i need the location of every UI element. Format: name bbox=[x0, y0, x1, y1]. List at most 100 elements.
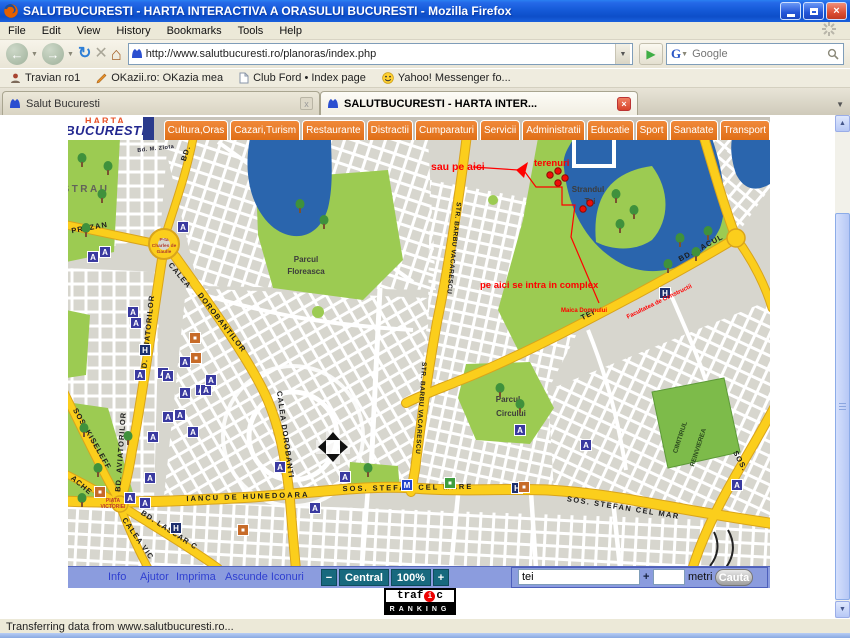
tab-salut-bucuresti[interactable]: Salut Bucuresti x bbox=[2, 91, 320, 115]
menu-help[interactable]: Help bbox=[271, 23, 310, 39]
search-engine-dropdown-icon[interactable]: ▼ bbox=[681, 51, 689, 58]
map-marker[interactable] bbox=[190, 333, 201, 344]
title-bar[interactable]: SALUTBUCURESTI - HARTA INTERACTIVA A ORA… bbox=[0, 0, 850, 22]
tab-restaurante[interactable]: Restaurante bbox=[302, 120, 364, 140]
forward-button[interactable]: → bbox=[42, 43, 64, 65]
tab-sanatate[interactable]: Sanatate bbox=[670, 120, 718, 140]
metri-input[interactable] bbox=[653, 569, 685, 585]
tab-sport[interactable]: Sport bbox=[636, 120, 668, 140]
map-marker[interactable]: A bbox=[125, 493, 136, 504]
close-button[interactable]: × bbox=[826, 2, 847, 20]
scroll-down-icon[interactable]: ▼ bbox=[835, 601, 850, 618]
link-ascunde-iconuri[interactable]: Ascunde Iconuri bbox=[225, 571, 304, 583]
search-bar[interactable]: G ▼ bbox=[666, 43, 844, 65]
tab-close-icon[interactable]: × bbox=[617, 97, 631, 111]
zoom-in-button[interactable]: + bbox=[433, 569, 449, 586]
map-marker[interactable]: A bbox=[100, 247, 111, 258]
map-marker[interactable] bbox=[519, 482, 530, 493]
bookmark-okazii[interactable]: OKazii.ro: OKazia mea bbox=[96, 72, 223, 84]
label-charles: Charles de bbox=[152, 243, 177, 249]
map-marker[interactable]: A bbox=[201, 385, 212, 396]
map-marker[interactable]: A bbox=[206, 375, 217, 386]
map-marker[interactable] bbox=[191, 353, 202, 364]
minimize-button[interactable] bbox=[780, 2, 801, 20]
tab-list-dropdown-icon[interactable]: ▼ bbox=[836, 100, 848, 109]
tab-close-icon[interactable]: x bbox=[300, 97, 313, 110]
map-marker[interactable] bbox=[95, 487, 106, 498]
link-imprima[interactable]: Imprima bbox=[176, 571, 216, 583]
svg-text:A: A bbox=[127, 494, 133, 503]
map-marker[interactable]: A bbox=[275, 462, 286, 473]
url-dropdown-icon[interactable]: ▼ bbox=[615, 44, 630, 64]
tab-educatie[interactable]: Educatie bbox=[587, 120, 634, 140]
tab-transport[interactable]: Transport bbox=[720, 120, 770, 140]
scroll-thumb[interactable] bbox=[835, 213, 850, 600]
map-marker[interactable]: H bbox=[140, 345, 151, 356]
tab-administratii[interactable]: Administratii bbox=[522, 120, 584, 140]
link-ajutor[interactable]: Ajutor bbox=[140, 571, 169, 583]
tab-harta-interactiva[interactable]: SALUTBUCURESTI - HARTA INTER... × bbox=[320, 91, 638, 115]
plus-separator: + bbox=[643, 571, 649, 583]
map-marker[interactable]: A bbox=[188, 427, 199, 438]
map-marker[interactable]: A bbox=[131, 318, 142, 329]
menu-bookmarks[interactable]: Bookmarks bbox=[159, 23, 230, 39]
map-marker[interactable]: H bbox=[171, 523, 182, 534]
map-marker[interactable]: A bbox=[163, 371, 174, 382]
map-marker[interactable]: A bbox=[581, 440, 592, 451]
map-marker[interactable]: A bbox=[140, 498, 151, 509]
map-marker[interactable]: A bbox=[515, 425, 526, 436]
zoom-out-button[interactable]: − bbox=[321, 569, 337, 586]
map-marker[interactable]: A bbox=[163, 412, 174, 423]
map-marker[interactable]: A bbox=[180, 357, 191, 368]
tab-servicii[interactable]: Servicii bbox=[480, 120, 520, 140]
cauta-button[interactable]: Cauta bbox=[715, 569, 753, 586]
map-search-input[interactable] bbox=[518, 569, 640, 585]
map-marker[interactable]: A bbox=[88, 252, 99, 263]
menu-file[interactable]: File bbox=[0, 23, 34, 39]
menu-tools[interactable]: Tools bbox=[230, 23, 272, 39]
stop-icon[interactable]: ✕ bbox=[94, 46, 107, 62]
city-map[interactable]: STRAU PREZAN BD. Bd. M. Zlota P-ta Charl… bbox=[68, 140, 770, 566]
map-marker[interactable]: M bbox=[402, 480, 413, 491]
back-button[interactable]: ← bbox=[6, 43, 28, 65]
bookmark-yahoo[interactable]: Yahoo! Messenger fo... bbox=[382, 72, 511, 84]
bookmark-clubford[interactable]: Club Ford • Index page bbox=[239, 72, 366, 84]
map-marker[interactable]: A bbox=[175, 410, 186, 421]
restore-button[interactable] bbox=[803, 2, 824, 20]
menu-view[interactable]: View bbox=[69, 23, 109, 39]
scroll-up-icon[interactable]: ▲ bbox=[835, 115, 850, 132]
map-marker[interactable]: A bbox=[340, 472, 351, 483]
tab-cumparaturi[interactable]: Cumparaturi bbox=[415, 120, 478, 140]
map-marker[interactable]: A bbox=[135, 370, 146, 381]
forward-dropdown-icon[interactable]: ▼ bbox=[67, 51, 75, 58]
back-dropdown-icon[interactable]: ▼ bbox=[31, 51, 39, 58]
zoom-level-button[interactable]: 100% bbox=[391, 569, 431, 586]
link-info[interactable]: Info bbox=[108, 571, 126, 583]
reload-icon[interactable]: ↻ bbox=[78, 46, 91, 62]
map-marker[interactable] bbox=[238, 525, 249, 536]
trafic-ranking-badge[interactable]: trafic RANKING bbox=[384, 588, 456, 615]
vertical-scrollbar[interactable]: ▲ ▼ bbox=[835, 115, 850, 618]
menu-history[interactable]: History bbox=[108, 23, 158, 39]
menu-edit[interactable]: Edit bbox=[34, 23, 69, 39]
magnifier-icon[interactable] bbox=[827, 48, 839, 60]
map-marker[interactable]: A bbox=[732, 480, 743, 491]
bookmark-travian[interactable]: Travian ro1 bbox=[10, 72, 80, 84]
map-marker[interactable] bbox=[445, 478, 456, 489]
map-marker[interactable]: A bbox=[180, 388, 191, 399]
home-icon[interactable]: ⌂ bbox=[111, 45, 122, 63]
area-button[interactable]: Central bbox=[339, 569, 389, 586]
map-marker[interactable]: A bbox=[128, 307, 139, 318]
svg-text:A: A bbox=[342, 473, 348, 482]
tab-cultura-oras[interactable]: Cultura,Oras bbox=[164, 120, 229, 140]
url-input[interactable] bbox=[143, 48, 615, 60]
tab-distractii[interactable]: Distractii bbox=[367, 120, 413, 140]
map-marker[interactable]: A bbox=[310, 503, 321, 514]
tab-cazari-turism[interactable]: Cazari,Turism bbox=[230, 120, 300, 140]
address-bar[interactable]: ▼ bbox=[128, 43, 633, 65]
map-marker[interactable]: A bbox=[145, 473, 156, 484]
map-marker[interactable]: A bbox=[148, 432, 159, 443]
map-marker[interactable]: A bbox=[178, 222, 189, 233]
go-button[interactable]: ▶ bbox=[639, 43, 663, 65]
web-search-input[interactable] bbox=[689, 48, 827, 60]
